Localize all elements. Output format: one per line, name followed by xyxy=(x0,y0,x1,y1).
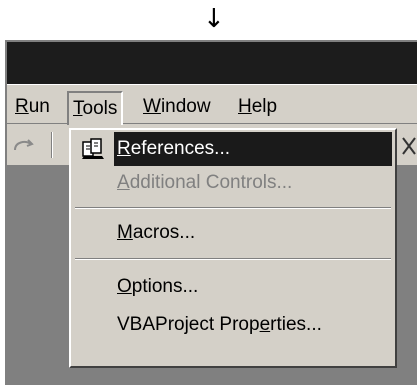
menu-help-label: elp xyxy=(251,96,278,117)
macros-mnemonic: M xyxy=(117,222,133,243)
references-mnemonic: R xyxy=(117,138,131,159)
menu-item-options[interactable]: Options... xyxy=(74,270,392,304)
menu-run-mnemonic: R xyxy=(15,96,29,117)
macros-label: acros... xyxy=(132,222,196,243)
tools-dropdown-menu: References... Additional Controls... Mac… xyxy=(69,128,397,368)
cross-tool-icon[interactable] xyxy=(401,134,417,158)
toolbar-separator xyxy=(51,132,53,158)
additional-controls-mnemonic: A xyxy=(117,172,130,193)
title-bar xyxy=(7,42,417,84)
redo-icon[interactable] xyxy=(11,134,37,156)
menu-item-vbaproject-properties[interactable]: VBAProject Properties... xyxy=(74,308,392,342)
menu-window-mnemonic: W xyxy=(143,96,161,117)
menu-bar: Run Tools Window Help xyxy=(7,84,417,125)
menu-help-mnemonic: H xyxy=(238,96,252,117)
references-icon xyxy=(80,136,108,162)
menu-tools-label: ools xyxy=(82,98,118,119)
vba-properties-mnemonic: e xyxy=(259,314,271,335)
down-arrow-icon: ↓ xyxy=(203,4,225,34)
menu-item-references[interactable]: References... xyxy=(74,132,392,166)
menu-tools-mnemonic: T xyxy=(73,98,83,119)
vba-properties-label-start: VBAProject Prop xyxy=(117,314,260,335)
additional-controls-label: dditional Controls... xyxy=(129,172,293,193)
menu-help[interactable]: Help xyxy=(234,95,281,121)
options-mnemonic: O xyxy=(117,276,132,297)
vba-properties-label-end: rties... xyxy=(270,314,322,335)
menu-separator xyxy=(75,258,391,260)
menu-window[interactable]: Window xyxy=(139,95,215,121)
menu-item-macros[interactable]: Macros... xyxy=(74,216,392,250)
menu-separator xyxy=(75,207,391,209)
menu-item-additional-controls: Additional Controls... xyxy=(74,166,392,200)
menu-run-label: un xyxy=(28,96,50,117)
vbe-window: Run Tools Window Help References... Addi… xyxy=(5,40,417,385)
menu-run[interactable]: Run xyxy=(11,95,54,121)
references-label: eferences... xyxy=(130,138,231,159)
menu-tools[interactable]: Tools xyxy=(67,91,124,125)
options-label: ptions... xyxy=(131,276,199,297)
menu-window-label: indow xyxy=(160,96,211,117)
